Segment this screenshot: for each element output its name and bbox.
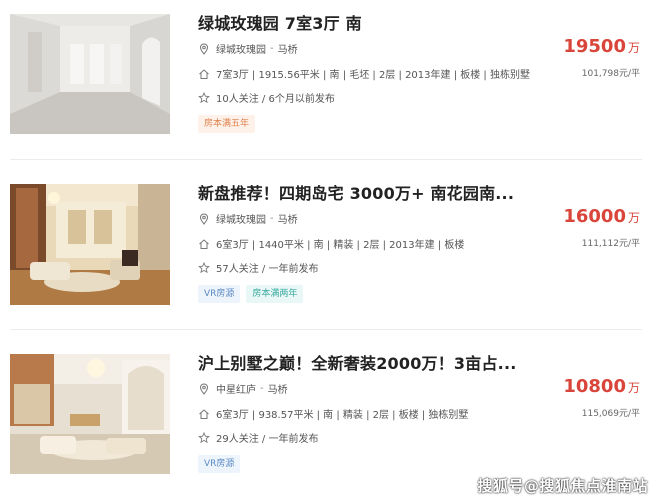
listing-card[interactable]: 新盘推荐！四期岛宅 3000万+ 南花园南... 绿城玫瑰园 - 马桥 6室3厅… xyxy=(0,170,660,330)
house-info-row: 7室3厅 | 1915.56平米 | 南 | 毛坯 | 2层 | 2013年建 … xyxy=(198,66,530,81)
tag-badge: 房本满两年 xyxy=(246,285,304,303)
tag-list: 房本满五年 xyxy=(198,115,256,133)
area-link[interactable]: 马桥 xyxy=(278,211,298,226)
price-unit: 万 xyxy=(627,41,640,55)
star-icon xyxy=(198,431,210,444)
house-info-row: 6室3厅 | 1440平米 | 南 | 精装 | 2层 | 2013年建 | 板… xyxy=(198,236,464,251)
follow-row: 29人关注 / 一年前发布 xyxy=(198,430,318,445)
area-link[interactable]: 马桥 xyxy=(268,381,288,396)
follow-info: 10人关注 / 6个月以前发布 xyxy=(216,94,335,105)
community-link[interactable]: 绿城玫瑰园 xyxy=(216,211,266,226)
listing-card[interactable]: 绿城玫瑰园 7室3厅 南 绿城玫瑰园 - 马桥 7室3厅 | 1915.56平米… xyxy=(0,0,660,160)
listing-photo[interactable] xyxy=(10,184,170,305)
house-info: 6室3厅 | 938.57平米 | 南 | 精装 | 2层 | 板楼 | 独栋别… xyxy=(216,410,469,421)
house-info-row: 6室3厅 | 938.57平米 | 南 | 精装 | 2层 | 板楼 | 独栋别… xyxy=(198,406,468,421)
listing-photo[interactable] xyxy=(10,14,170,134)
price-unit: 万 xyxy=(627,381,640,395)
star-icon xyxy=(198,261,210,274)
follow-row: 10人关注 / 6个月以前发布 xyxy=(198,90,335,105)
location-pin-icon xyxy=(198,42,210,55)
location-pin-icon xyxy=(198,212,210,225)
total-price: 19500 万 xyxy=(563,36,640,57)
unit-price: 111,112元/平 xyxy=(581,239,640,249)
divider xyxy=(10,329,642,330)
community-link[interactable]: 中星红庐 xyxy=(216,381,256,396)
location-row: 绿城玫瑰园 - 马桥 xyxy=(198,41,298,56)
total-price: 10800 万 xyxy=(563,376,640,397)
vr-tag-badge[interactable]: VR房源 xyxy=(198,455,241,473)
unit-price: 115,069元/平 xyxy=(581,409,640,419)
house-icon xyxy=(198,408,210,420)
community-link[interactable]: 绿城玫瑰园 xyxy=(216,41,266,56)
unit-price: 101,798元/平 xyxy=(581,69,640,79)
location-row: 绿城玫瑰园 - 马桥 xyxy=(198,211,298,226)
vr-tag-badge[interactable]: VR房源 xyxy=(198,285,241,303)
separator: - xyxy=(270,43,274,54)
house-info: 7室3厅 | 1915.56平米 | 南 | 毛坯 | 2层 | 2013年建 … xyxy=(216,70,530,81)
total-price: 16000 万 xyxy=(563,206,640,227)
tag-list: VR房源 xyxy=(198,455,241,473)
watermark: 搜狐号@搜狐焦点淮南站 xyxy=(477,477,648,495)
house-icon xyxy=(198,68,210,80)
tag-list: VR房源 房本满两年 xyxy=(198,285,304,303)
house-info: 6室3厅 | 1440平米 | 南 | 精装 | 2层 | 2013年建 | 板… xyxy=(216,240,465,251)
divider xyxy=(10,159,642,160)
price-unit: 万 xyxy=(627,211,640,225)
price-value: 16000 xyxy=(563,206,626,227)
location-pin-icon xyxy=(198,382,210,395)
star-icon xyxy=(198,91,210,104)
location-row: 中星红庐 - 马桥 xyxy=(198,381,288,396)
price-value: 19500 xyxy=(563,36,626,57)
listing-title[interactable]: 沪上别墅之巅！全新奢装2000万！3亩占... xyxy=(198,350,517,374)
listing-title[interactable]: 绿城玫瑰园 7室3厅 南 xyxy=(198,10,362,34)
listing-photo[interactable] xyxy=(10,354,170,474)
follow-info: 57人关注 / 一年前发布 xyxy=(216,264,319,275)
separator: - xyxy=(270,213,274,224)
price-value: 10800 xyxy=(563,376,626,397)
house-icon xyxy=(198,238,210,250)
tag-badge: 房本满五年 xyxy=(198,115,256,133)
area-link[interactable]: 马桥 xyxy=(278,41,298,56)
follow-row: 57人关注 / 一年前发布 xyxy=(198,260,318,275)
follow-info: 29人关注 / 一年前发布 xyxy=(216,434,319,445)
separator: - xyxy=(260,383,264,394)
listing-title[interactable]: 新盘推荐！四期岛宅 3000万+ 南花园南... xyxy=(198,180,514,204)
